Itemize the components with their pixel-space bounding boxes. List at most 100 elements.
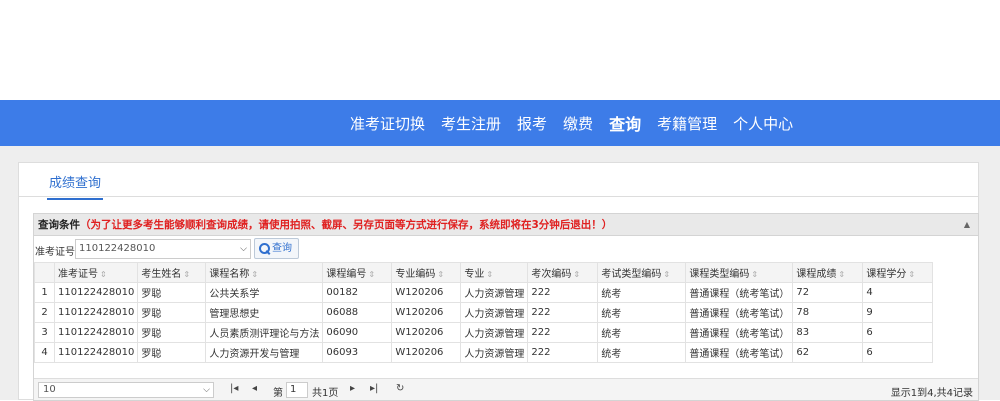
query-title: 查询条件 [38, 219, 80, 231]
table-cell: 普通课程（统考笔试） [685, 342, 794, 363]
row-number: 2 [34, 302, 55, 323]
table-cell: 统考 [597, 342, 687, 363]
table-header-row: 准考证号 ⇕ 考生姓名 ⇕ 课程名称 ⇕ 课程编号 ⇕ 专业编码 ⇕ 专业 ⇕ 考次编码 ⇕ … [34, 262, 934, 283]
sort-icon: ⇕ [751, 270, 759, 279]
table-cell: 管理思想史 [205, 302, 324, 323]
table-cell: 4 [862, 282, 934, 303]
first-page-icon[interactable]: |◂ [230, 383, 238, 394]
table-cell: 人员素质测评理论与方法 [205, 322, 324, 343]
table-cell: 罗聪 [137, 282, 207, 303]
nav-item-query[interactable]: 查询 [609, 111, 641, 135]
table-cell: 62 [792, 342, 864, 363]
nav-item-apply-exam[interactable]: 报考 [517, 113, 547, 134]
table-cell: W120206 [391, 302, 462, 323]
table-cell: 普通课程（统考笔试） [685, 322, 794, 343]
column-header[interactable]: 专业编码 ⇕ [391, 262, 462, 283]
table-cell: 人力资源管理 [460, 322, 529, 343]
nav-item-register[interactable]: 考生注册 [441, 113, 501, 134]
nav-item-personal-center[interactable]: 个人中心 [733, 113, 793, 134]
table-cell: W120206 [391, 322, 462, 343]
sort-icon: ⇕ [838, 270, 846, 279]
table-cell: 222 [527, 322, 599, 343]
warning-text: （为了让更多考生能够顺利查询成绩，请使用拍照、截屏、另存页面等方式进行保存，系统… [80, 219, 613, 231]
last-page-icon[interactable]: ▸| [370, 383, 378, 394]
column-header[interactable]: 课程类型编码 ⇕ [685, 262, 794, 283]
table-row[interactable]: 4 110122428010 罗聪 人力资源开发与管理 06093 W12020… [34, 342, 934, 363]
top-blank-area [0, 0, 1000, 100]
table-cell: 罗聪 [137, 302, 207, 323]
column-header[interactable]: 专业 ⇕ [460, 262, 529, 283]
table-cell: 统考 [597, 282, 687, 303]
nav-menu: 准考证切换 考生注册 报考 缴费 查询 考籍管理 个人中心 [350, 100, 809, 146]
sort-icon: ⇕ [437, 270, 445, 279]
sort-icon: ⇕ [908, 270, 916, 279]
column-header[interactable]: 考生姓名 ⇕ [137, 262, 207, 283]
table-cell: 统考 [597, 322, 687, 343]
table-cell: 83 [792, 322, 864, 343]
table-cell: 普通课程（统考笔试） [685, 302, 794, 323]
sort-icon: ⇕ [100, 270, 107, 279]
sort-icon: ⇕ [368, 270, 376, 279]
table-cell: 222 [527, 342, 599, 363]
row-number-header [34, 262, 55, 283]
sort-icon: ⇕ [663, 270, 671, 279]
score-table: 准考证号 ⇕ 考生姓名 ⇕ 课程名称 ⇕ 课程编号 ⇕ 专业编码 ⇕ 专业 ⇕ 考次编码 ⇕ … [34, 262, 934, 363]
nav-item-payment[interactable]: 缴费 [563, 113, 593, 134]
sort-icon: ⇕ [183, 270, 191, 279]
pagination-bar: 10 ⌵ |◂ ◂ 第 1 共1页 ▸ ▸| ↻ 显示1到4,共4记录 [34, 378, 978, 400]
sort-icon: ⇕ [251, 270, 259, 279]
table-cell: W120206 [391, 342, 462, 363]
search-icon [259, 242, 270, 254]
column-header[interactable]: 准考证号 ⇕ [53, 262, 139, 283]
page-total: 共1页 [312, 388, 339, 399]
table-cell: 72 [792, 282, 864, 303]
table-cell: 222 [527, 302, 599, 323]
table-row[interactable]: 1 110122428010 罗聪 公共关系学 00182 W120206 人力… [34, 282, 934, 303]
row-number: 3 [34, 322, 55, 343]
table-cell: 普通课程（统考笔试） [685, 282, 794, 303]
table-cell: 06093 [322, 342, 393, 363]
table-row[interactable]: 3 110122428010 罗聪 人员素质测评理论与方法 06090 W120… [34, 322, 934, 343]
search-button[interactable]: 查询 [254, 238, 299, 259]
table-row[interactable]: 2 110122428010 罗聪 管理思想史 06088 W120206 人力… [34, 302, 934, 323]
nav-item-switch-ticket[interactable]: 准考证切换 [350, 113, 425, 134]
column-header[interactable]: 课程学分 ⇕ [862, 262, 934, 283]
table-cell: 110122428010 [53, 282, 139, 303]
table-cell: 罗聪 [137, 322, 207, 343]
table-cell: 罗聪 [137, 342, 207, 363]
tab-bar: 成绩查询 [19, 163, 978, 200]
column-header[interactable]: 课程成绩 ⇕ [792, 262, 864, 283]
top-navbar: 准考证切换 考生注册 报考 缴费 查询 考籍管理 个人中心 [0, 100, 1000, 146]
refresh-icon[interactable]: ↻ [396, 383, 404, 394]
table-cell: 110122428010 [53, 342, 139, 363]
next-page-icon[interactable]: ▸ [350, 383, 355, 394]
table-cell: 人力资源管理 [460, 282, 529, 303]
table-cell: 统考 [597, 302, 687, 323]
column-header[interactable]: 课程编号 ⇕ [322, 262, 393, 283]
table-cell: 6 [862, 342, 934, 363]
page-size-select[interactable]: 10 ⌵ [38, 382, 214, 398]
tab-score-query[interactable]: 成绩查询 [47, 172, 104, 200]
column-header[interactable]: 考试类型编码 ⇕ [597, 262, 687, 283]
column-header[interactable]: 考次编码 ⇕ [527, 262, 599, 283]
page-number-input[interactable]: 1 [286, 382, 308, 398]
chevron-down-icon: ⌵ [203, 385, 210, 395]
chevron-down-icon: ⌵ [240, 244, 247, 254]
table-cell: W120206 [391, 282, 462, 303]
table-cell: 6 [862, 322, 934, 343]
ticket-select[interactable]: 110122428010 ⌵ [75, 239, 251, 259]
table-cell: 00182 [322, 282, 393, 303]
table-cell: 06090 [322, 322, 393, 343]
prev-page-icon[interactable]: ◂ [252, 383, 257, 394]
column-header[interactable]: 课程名称 ⇕ [205, 262, 324, 283]
query-box: 查询条件（为了让更多考生能够顺利查询成绩，请使用拍照、截屏、另存页面等方式进行保… [33, 213, 979, 401]
page-prefix: 第 [273, 388, 283, 399]
query-header: 查询条件（为了让更多考生能够顺利查询成绩，请使用拍照、截屏、另存页面等方式进行保… [34, 214, 978, 236]
table-cell: 110122428010 [53, 302, 139, 323]
nav-item-records[interactable]: 考籍管理 [657, 113, 717, 134]
row-number: 4 [34, 342, 55, 363]
sort-icon: ⇕ [573, 270, 581, 279]
collapse-arrow-icon[interactable]: ▲ [964, 214, 970, 236]
sort-icon: ⇕ [486, 270, 494, 279]
search-button-label: 查询 [272, 243, 292, 254]
